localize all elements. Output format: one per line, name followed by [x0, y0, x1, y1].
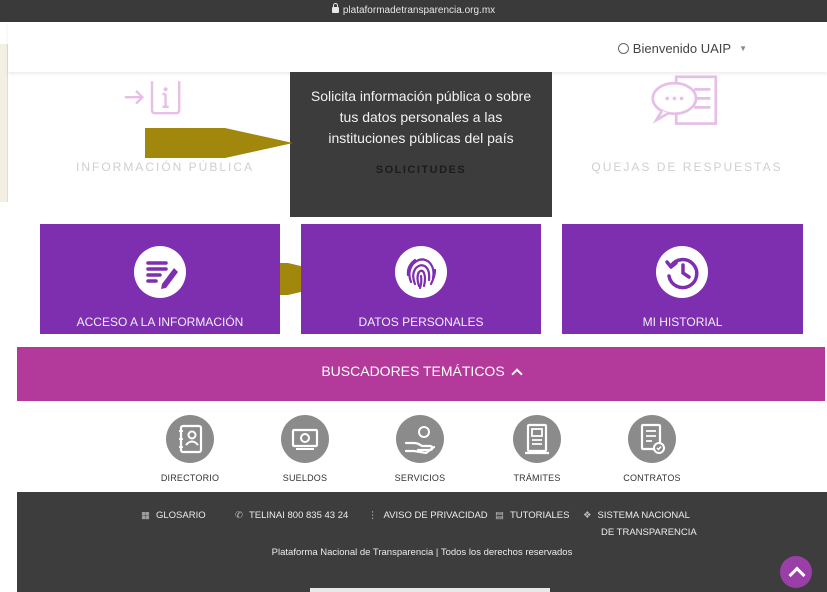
fingerprint-icon — [395, 246, 447, 298]
copyright-text: Plataforma Nacional de Transparencia | T… — [271, 547, 573, 558]
mi-historial-tile[interactable]: MI HISTORIAL — [562, 224, 803, 334]
salary-money-icon — [281, 415, 329, 463]
sueldos-item[interactable]: SUELDOS — [260, 415, 350, 483]
aviso-privacidad-link[interactable]: ⋮ AVISO DE PRIVACIDAD — [368, 510, 488, 521]
lock-icon — [331, 3, 339, 13]
tramites-item[interactable]: TRÁMITES — [492, 415, 582, 483]
contract-document-icon — [628, 415, 676, 463]
chat-bubble-icon — [651, 75, 718, 125]
buscadores-label: BUSCADORES TEMÁTICOS — [321, 363, 505, 379]
caret-down-icon: ▼ — [739, 44, 747, 53]
user-icon — [617, 43, 629, 54]
aviso-text: AVISO DE PRIVACIDAD — [383, 510, 488, 521]
acceso-label: ACCESO A LA INFORMACIÓN — [76, 315, 244, 329]
user-menu[interactable]: Bienvenido UAIP ▼ — [617, 41, 747, 56]
history-clock-icon — [656, 246, 708, 298]
servicios-item[interactable]: SERVICIOS — [375, 415, 465, 483]
sistema-text-1: SISTEMA NACIONAL — [597, 510, 690, 521]
tooltip-text: Solicita información pública o sobre tus… — [310, 88, 532, 146]
tutoriales-link[interactable]: ▤ TUTORIALES — [495, 510, 569, 521]
chevron-up-icon — [510, 368, 523, 380]
info-document-icon — [124, 81, 181, 115]
phone-icon: ✆ — [235, 510, 243, 521]
sistema-nacional-link[interactable]: ❖ SISTEMA NACIONAL DE TRANSPARENCIA — [583, 507, 697, 541]
solicitudes-label: SOLICITUDES — [375, 164, 467, 176]
buscadores-label-container: BUSCADORES TEMÁTICOS — [17, 363, 825, 380]
glossary-icon: ▦ — [141, 510, 150, 521]
contratos-item[interactable]: CONTRATOS — [607, 415, 697, 483]
scroll-to-top-button[interactable] — [780, 556, 812, 588]
servicios-label: SERVICIOS — [394, 473, 446, 483]
glosario-link[interactable]: ▦ GLOSARIO — [141, 510, 206, 521]
buscadores-tematicos-bar[interactable]: BUSCADORES TEMÁTICOS — [17, 347, 825, 401]
tramites-id-card-icon — [513, 415, 561, 463]
site-footer: ▦ GLOSARIO ✆ TELINAI 800 835 43 24 ⋮ AVISO … — [17, 492, 827, 592]
tutorial-icon: ▤ — [495, 510, 504, 521]
datos-label: DATOS PERSONALES — [358, 315, 484, 329]
glosario-text: GLOSARIO — [155, 510, 206, 521]
privacy-icon: ⋮ — [368, 510, 378, 521]
services-hand-gear-icon — [396, 415, 444, 463]
directorio-item[interactable]: DIRECTORIO — [145, 415, 235, 483]
acceso-informacion-tile[interactable]: ACCESO A LA INFORMACIÓN — [40, 224, 280, 334]
browser-url-bar: plataformadetransparencia.org.mx — [0, 0, 827, 22]
info-publica-label: INFORMACIÓN PÚBLICA — [75, 160, 254, 174]
tramites-label: TRÁMITES — [513, 473, 561, 483]
quejas-card[interactable]: QUEJAS DE RESPUESTAS — [567, 72, 807, 212]
quejas-label: QUEJAS DE RESPUESTAS — [591, 160, 783, 174]
annotation-arrow-top — [145, 128, 293, 158]
url-text: plataformadetransparencia.org.mx — [342, 5, 496, 16]
sistema-text-2: DE TRANSPARENCIA — [601, 527, 697, 538]
contratos-label: CONTRATOS — [623, 473, 681, 483]
telinai-text: TELINAI 800 835 43 24 — [248, 510, 349, 521]
datos-personales-tile[interactable]: DATOS PERSONALES — [301, 224, 541, 334]
directorio-label: DIRECTORIO — [160, 473, 220, 483]
edit-document-icon — [134, 246, 186, 298]
site-header: Bienvenido UAIP ▼ — [8, 22, 827, 72]
url-text-container[interactable]: plataformadetransparencia.org.mx — [0, 3, 827, 16]
sistema-icon: ❖ — [583, 510, 592, 521]
historial-label: MI HISTORIAL — [642, 315, 723, 329]
welcome-text: Bienvenido UAIP — [632, 41, 732, 56]
bottom-edge-bar — [310, 588, 550, 592]
telinai-link[interactable]: ✆ TELINAI 800 835 43 24 — [235, 510, 348, 521]
solicitudes-tooltip[interactable]: Solicita información pública o sobre tus… — [290, 72, 552, 217]
tutoriales-text: TUTORIALES — [509, 510, 570, 521]
sueldos-label: SUELDOS — [282, 473, 328, 483]
directory-icon — [166, 415, 214, 463]
left-edge-panel — [0, 44, 8, 202]
